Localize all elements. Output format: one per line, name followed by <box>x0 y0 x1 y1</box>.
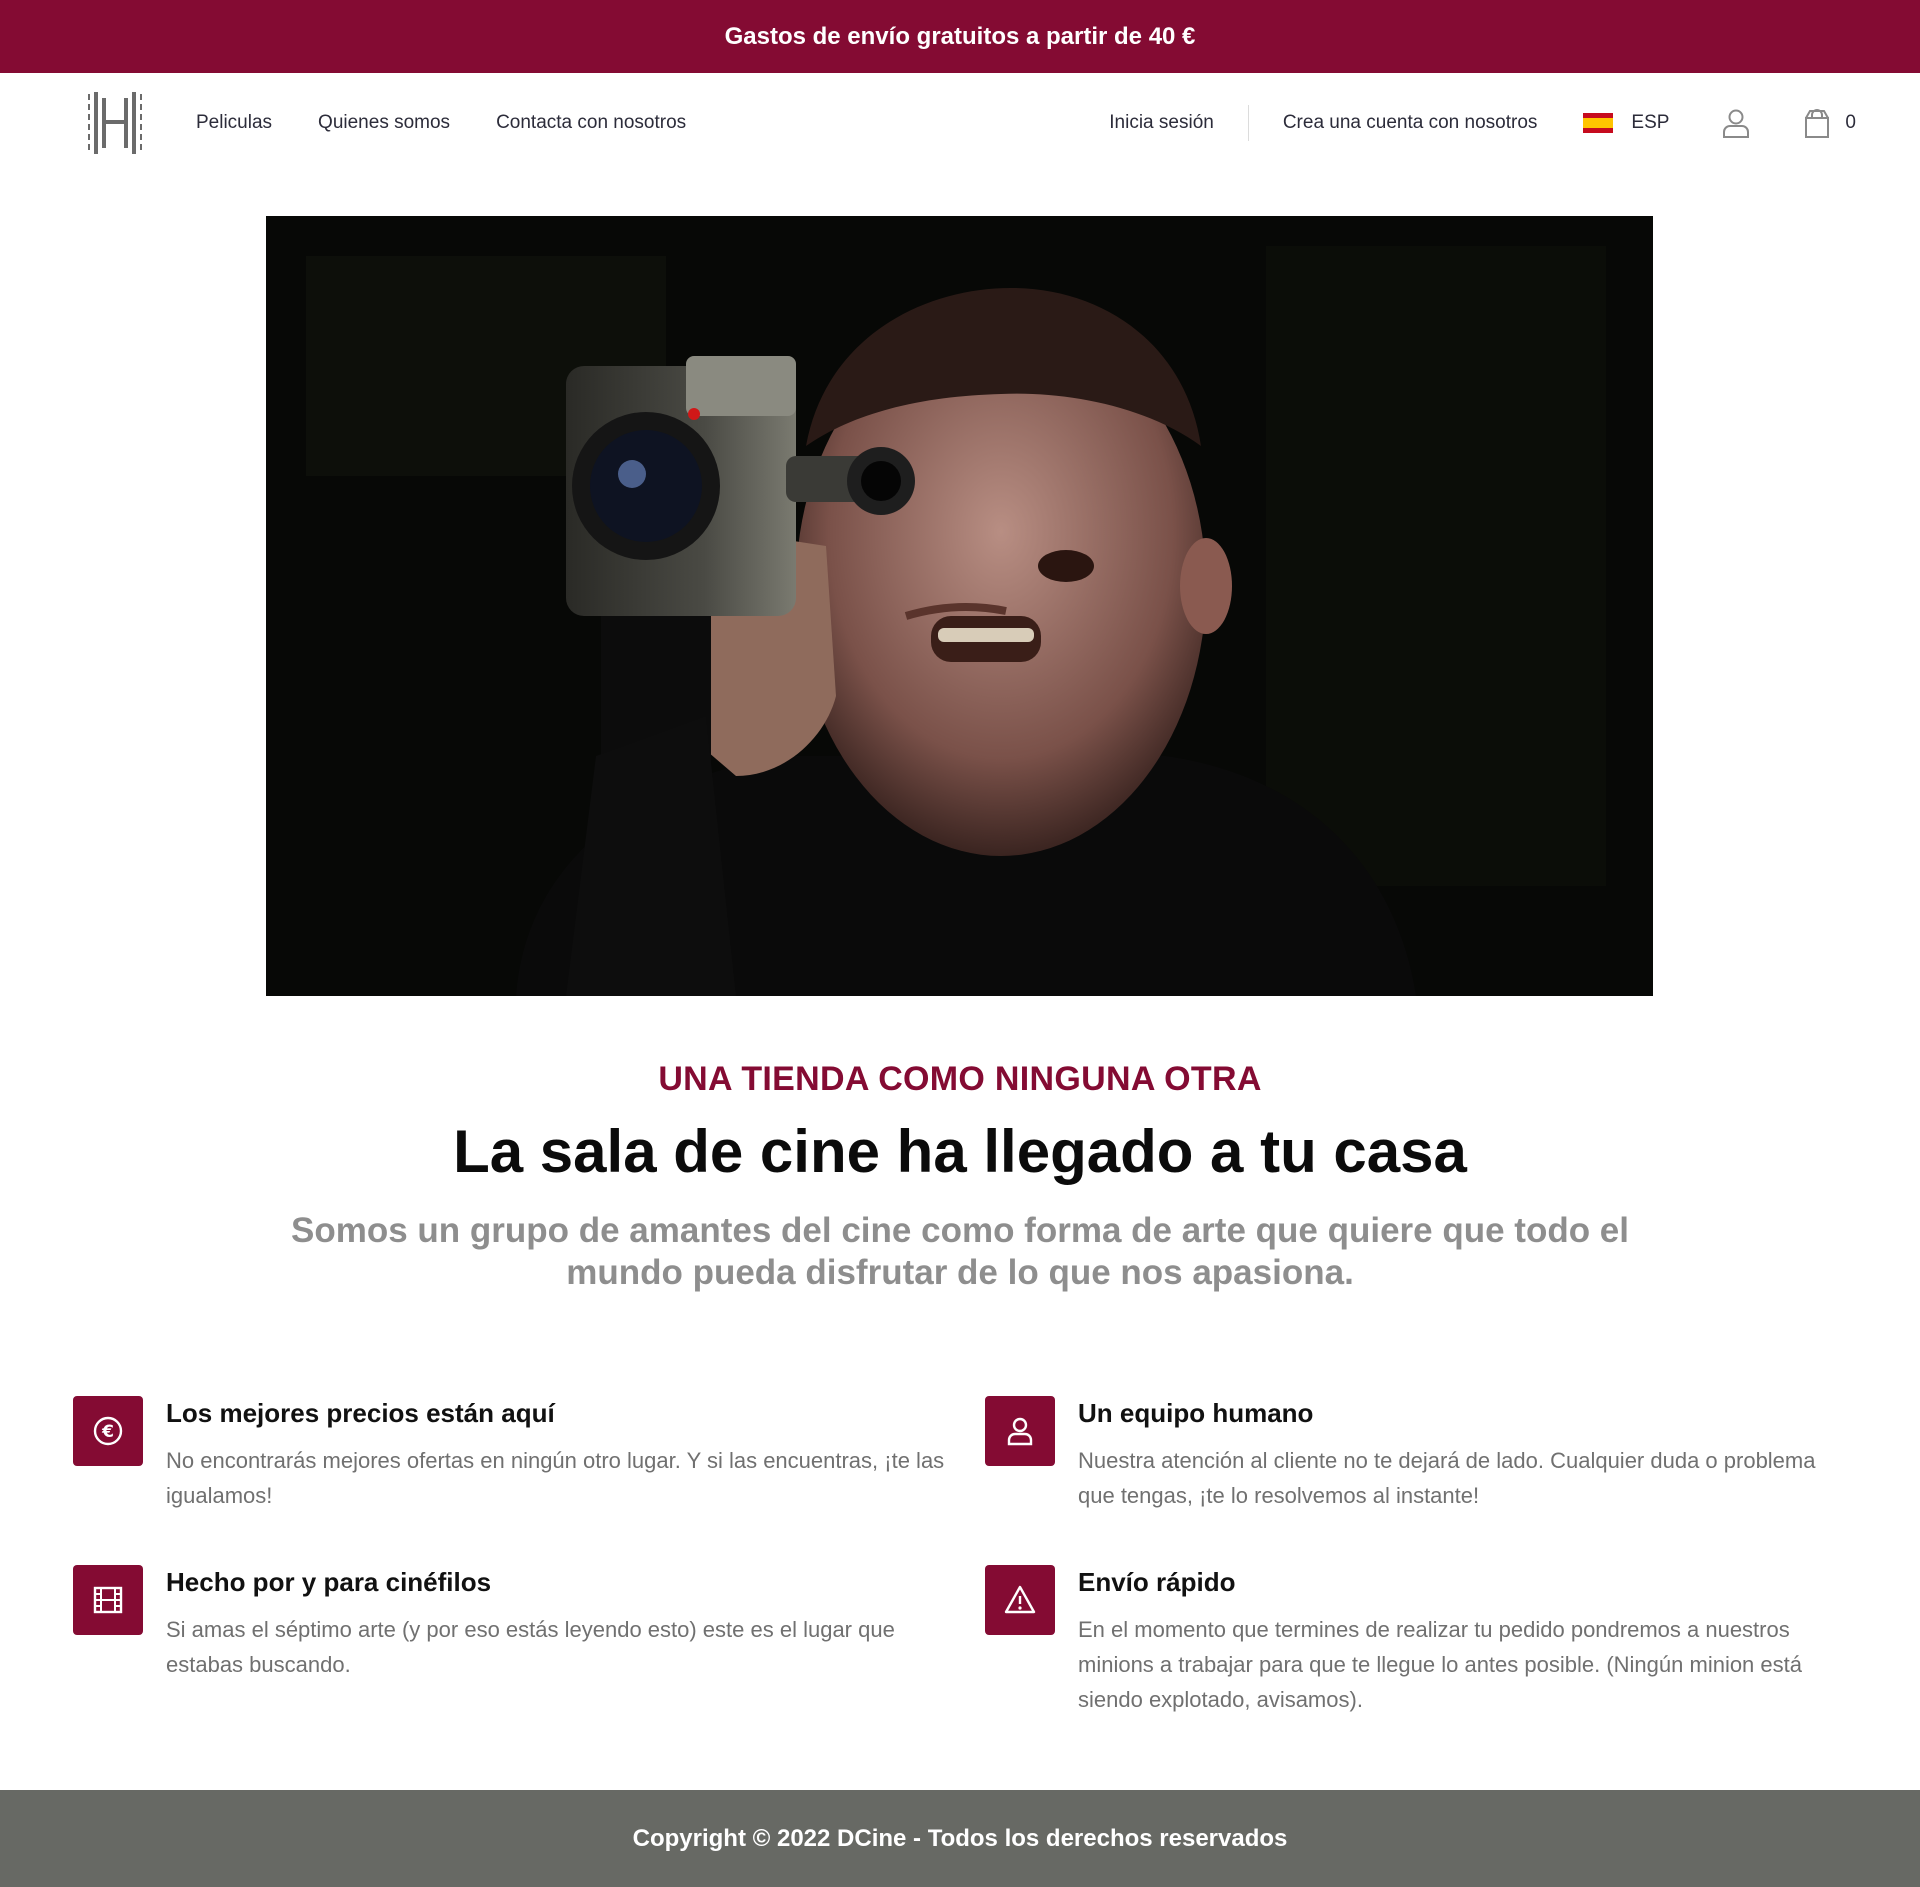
cart-count: 0 <box>1845 112 1856 133</box>
feature-fast-shipping: Envío rápido En el momento que termines … <box>985 1565 1853 1717</box>
warning-triangle-icon <box>985 1565 1055 1635</box>
feature-human-team: Un equipo humano Nuestra atención al cli… <box>985 1396 1853 1513</box>
nav-account-area: Inicia sesión Crea una cuenta con nosotr… <box>1109 105 1856 141</box>
intro-eyebrow: UNA TIENDA COMO NINGUNA OTRA <box>658 1060 1262 1098</box>
nav-link-peliculas[interactable]: Peliculas <box>196 112 272 134</box>
feature-text: Nuestra atención al cliente no te dejará… <box>1078 1448 1816 1508</box>
nav-link-quienes-somos[interactable]: Quienes somos <box>318 112 450 134</box>
cart-button[interactable]: 0 <box>1803 108 1856 138</box>
svg-text:€: € <box>101 1422 114 1442</box>
film-icon <box>73 1565 143 1635</box>
intro-headline: La sala de cine ha llegado a tu casa <box>453 1118 1467 1185</box>
shopping-bag-icon <box>1805 109 1830 138</box>
promo-text: Gastos de envío gratuitos a partir de 40… <box>724 22 1196 50</box>
nav-divider <box>1247 105 1249 141</box>
feature-title: Hecho por y para cinéfilos <box>166 1567 492 1597</box>
language-label: ESP <box>1631 112 1670 133</box>
hero-image <box>266 216 1653 996</box>
feature-title: Los mejores precios están aquí <box>166 1398 555 1428</box>
feature-best-prices: € Los mejores precios están aquí No enco… <box>73 1396 985 1513</box>
promo-bar: Gastos de envío gratuitos a partir de 40… <box>0 0 1920 73</box>
feature-title: Envío rápido <box>1078 1567 1236 1597</box>
hero-illustration <box>266 216 1653 996</box>
intro-section: UNA TIENDA COMO NINGUNA OTRA La sala de … <box>0 1060 1920 1294</box>
feature-text: Si amas el séptimo arte (y por eso estás… <box>166 1617 895 1677</box>
feature-text: No encontrarás mejores ofertas en ningún… <box>166 1448 945 1508</box>
film-strip-logo-icon[interactable] <box>86 92 144 154</box>
feature-text: En el momento que termines de realizar t… <box>1078 1617 1802 1712</box>
feature-title: Un equipo humano <box>1078 1398 1314 1428</box>
footer: Copyright © 2022 DCine - Todos los derec… <box>0 1790 1920 1887</box>
language-selector[interactable]: ESP <box>1583 112 1669 134</box>
spain-flag-icon <box>1583 113 1614 133</box>
login-link[interactable]: Inicia sesión <box>1109 112 1214 134</box>
feature-cinephiles: Hecho por y para cinéfilos Si amas el sé… <box>73 1565 985 1717</box>
main-navigation: Peliculas Quienes somos Contacta con nos… <box>0 73 1920 173</box>
intro-lead: Somos un grupo de amantes del cine como … <box>290 1211 1629 1292</box>
user-icon[interactable] <box>1721 108 1751 138</box>
euro-icon: € <box>73 1396 143 1466</box>
user-icon <box>985 1396 1055 1466</box>
register-link[interactable]: Crea una cuenta con nosotros <box>1283 112 1538 134</box>
nav-link-contacto[interactable]: Contacta con nosotros <box>496 112 686 134</box>
copyright-text: Copyright © 2022 DCine - Todos los derec… <box>632 1824 1288 1852</box>
features-grid: € Los mejores precios están aquí No enco… <box>73 1396 1853 1717</box>
